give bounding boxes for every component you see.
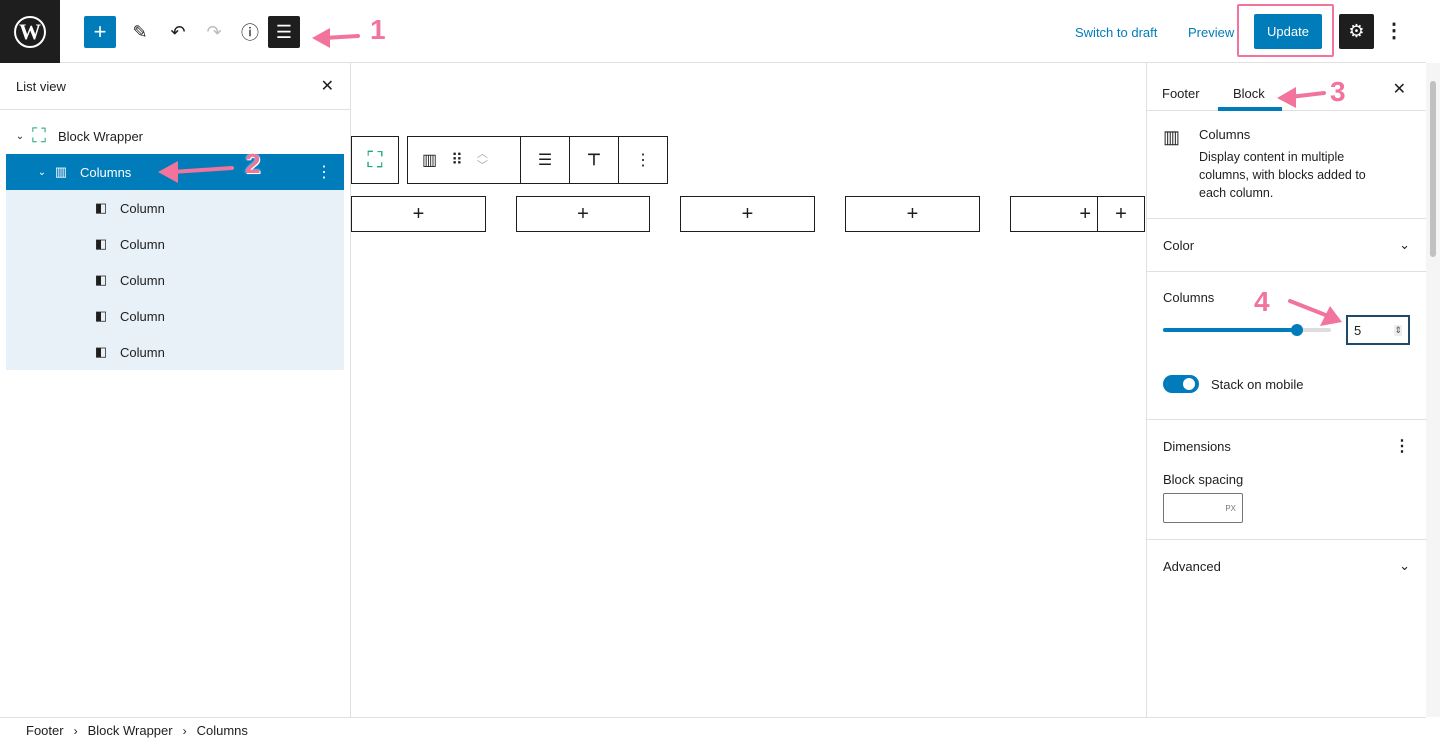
annotation-number: 2 <box>245 148 261 179</box>
annotation-arrow-4 <box>1288 299 1330 318</box>
annotation-arrow-2 <box>170 166 234 174</box>
annotation-arrows <box>158 28 1342 326</box>
annotation-number: 4 <box>1254 286 1270 317</box>
annotation-number: 1 <box>370 14 386 45</box>
annotation-number: 3 <box>1330 76 1346 107</box>
